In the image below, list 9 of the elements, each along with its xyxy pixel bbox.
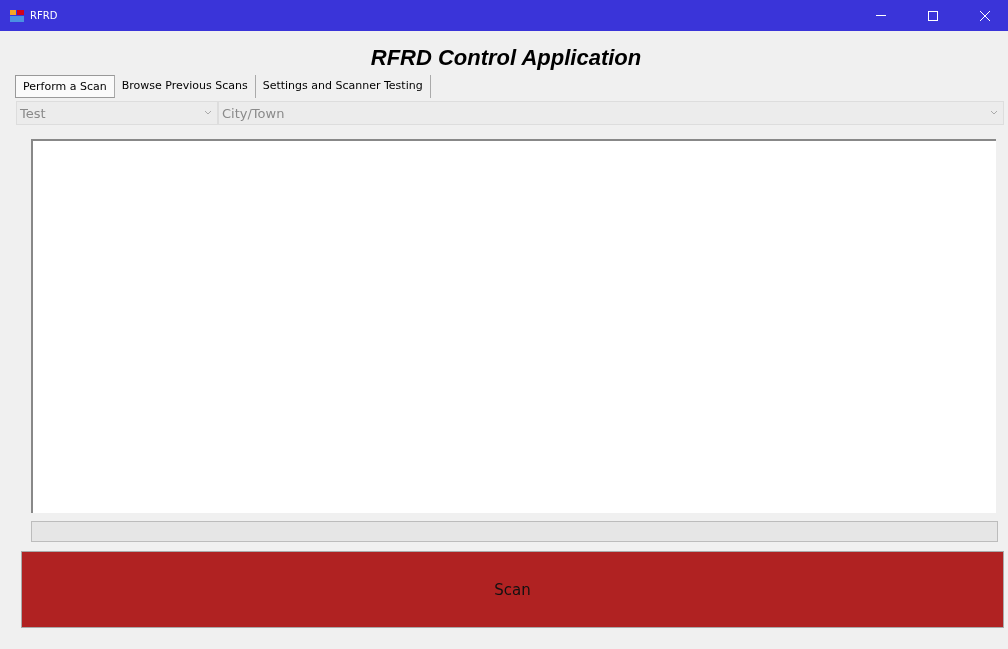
close-icon[interactable] (980, 10, 990, 21)
tab[interactable]: Perform a Scan (15, 75, 115, 98)
maximize-icon[interactable] (928, 10, 938, 21)
tab[interactable]: Settings and Scanner Testing (255, 75, 431, 98)
minimize-icon[interactable] (876, 14, 886, 17)
window-title: RFRD (30, 10, 59, 21)
tab[interactable]: Browse Previous Scans (114, 75, 256, 98)
app-heading: RFRD Control Application (369, 45, 643, 71)
app-icon (10, 9, 24, 22)
